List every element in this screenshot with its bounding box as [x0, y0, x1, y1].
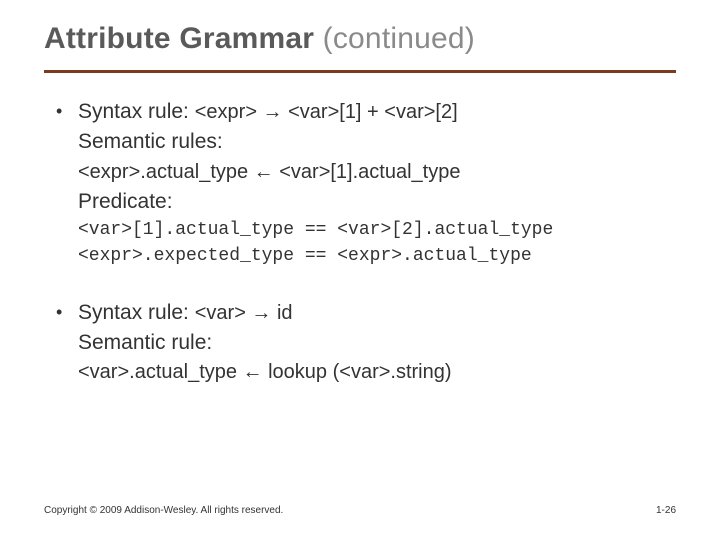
syntax-code: <expr> → <var>[1] + <var>[2]: [195, 101, 458, 123]
predicate-code-2: <expr>.expected_type == <expr>.actual_ty…: [78, 243, 676, 269]
syntax-rule-line: Syntax rule: <var> → id: [78, 298, 676, 328]
list-item: Syntax rule: <expr> → <var>[1] + <var>[2…: [56, 97, 676, 270]
bullet-list: Syntax rule: <expr> → <var>[1] + <var>[2…: [44, 97, 676, 387]
semantic-code: <expr>.actual_type ← <var>[1].actual_typ…: [78, 158, 676, 187]
syntax-code: <var> → id: [195, 302, 293, 324]
slide: Attribute Grammar (continued) Syntax rul…: [0, 0, 720, 387]
list-item: Syntax rule: <var> → id Semantic rule: <…: [56, 298, 676, 388]
semantic-label: Semantic rule:: [78, 328, 676, 358]
syntax-label: Syntax rule:: [78, 301, 195, 324]
title-underline: [44, 70, 676, 73]
title-main: Attribute Grammar: [44, 22, 323, 55]
semantic-code: <var>.actual_type ← lookup (<var>.string…: [78, 358, 676, 387]
predicate-label: Predicate:: [78, 187, 676, 217]
semantic-label: Semantic rules:: [78, 127, 676, 157]
title-sub: (continued): [323, 22, 475, 55]
copyright-text: Copyright © 2009 Addison-Wesley. All rig…: [44, 505, 283, 516]
slide-title: Attribute Grammar (continued): [44, 22, 676, 56]
predicate-code-1: <var>[1].actual_type == <var>[2].actual_…: [78, 217, 676, 243]
syntax-rule-line: Syntax rule: <expr> → <var>[1] + <var>[2…: [78, 97, 676, 127]
syntax-label: Syntax rule:: [78, 100, 195, 123]
page-number: 1-26: [656, 505, 676, 516]
footer: Copyright © 2009 Addison-Wesley. All rig…: [44, 505, 676, 516]
